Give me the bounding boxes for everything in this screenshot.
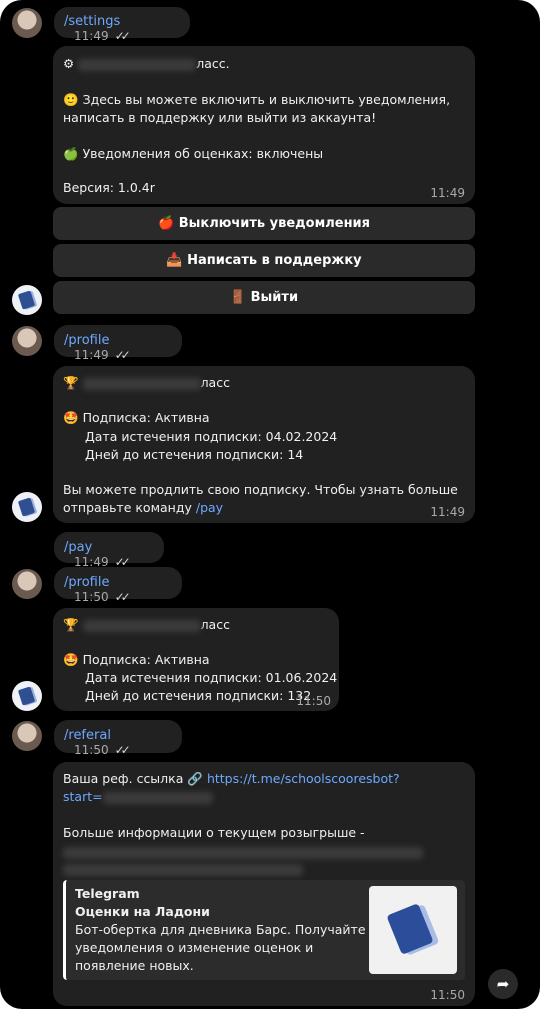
red-apple-icon: 🍎 bbox=[157, 216, 175, 231]
profile-reply-bubble: 🏆 ласс 🤩 Подписка: Активна Дата истечени… bbox=[53, 608, 339, 711]
link-icon: 🔗 bbox=[187, 771, 203, 786]
inbox-icon: 📥 bbox=[166, 253, 183, 268]
bot-avatar[interactable] bbox=[12, 285, 42, 315]
blurred-ref-code bbox=[102, 791, 213, 804]
days-left: Дней до истечения подписки: 132 bbox=[85, 688, 312, 703]
message-time: 11:49 bbox=[430, 505, 465, 519]
blurred-name bbox=[82, 619, 201, 632]
info-line: 🙂 Здесь вы можете включить и выключить у… bbox=[63, 92, 451, 107]
expiry-date: Дата истечения подписки: 01.06.2024 bbox=[85, 670, 338, 685]
star-face-icon: 🤩 bbox=[63, 652, 79, 667]
profile-command-bubble[interactable]: /profile 11:50 ✓✓ bbox=[54, 567, 182, 604]
header-suffix: ласс. bbox=[196, 56, 230, 71]
book-icon bbox=[17, 497, 36, 517]
read-checks-icon: ✓✓ bbox=[114, 29, 131, 43]
profile-reply-bubble: 🏆 ласс 🤩 Подписка: Активна Дата истечени… bbox=[53, 366, 475, 523]
pay-command-link[interactable]: /pay bbox=[196, 500, 223, 515]
message-time: 11:50 bbox=[296, 694, 331, 708]
message-time: 11:50 bbox=[74, 743, 109, 757]
settings-reply-bubble: ⚙ ласс. 🙂 Здесь вы можете включить и вык… bbox=[53, 46, 475, 204]
blurred-link-line bbox=[63, 861, 303, 876]
preview-thumbnail bbox=[369, 886, 457, 974]
info-line-2: написать в поддержку или выйти из аккаун… bbox=[63, 110, 377, 125]
header-suffix: ласс bbox=[200, 617, 230, 632]
settings-command-bubble[interactable]: /settings 11:49 ✓✓ bbox=[54, 7, 190, 43]
preview-description-3: появление новых. bbox=[75, 958, 194, 973]
ref-link-cont[interactable]: start= bbox=[63, 789, 103, 804]
user-avatar[interactable] bbox=[12, 569, 42, 599]
share-icon[interactable]: ➦ bbox=[488, 969, 518, 999]
ref-link-line: Ваша реф. ссылка 🔗 https://t.me/schoolsc… bbox=[63, 771, 400, 786]
message-time: 11:50 bbox=[430, 988, 465, 1002]
link-preview[interactable]: Telegram Оценки на Ладони Бот-обертка дл… bbox=[63, 880, 465, 980]
trophy-icon: 🏆 bbox=[63, 617, 79, 632]
ref-link-line-2: start= bbox=[63, 789, 213, 804]
ref-link[interactable]: https://t.me/schoolscooresbot? bbox=[207, 771, 400, 786]
renew-text: Вы можете продлить свою подписку. Чтобы … bbox=[63, 482, 458, 497]
message-time: 11:49 bbox=[74, 29, 109, 43]
logout-button[interactable]: 🚪 Выйти bbox=[53, 281, 475, 314]
subscription-status: 🤩 Подписка: Активна bbox=[63, 410, 210, 425]
pay-command-bubble[interactable]: /pay 11:49 ✓✓ bbox=[54, 532, 164, 569]
book-icon bbox=[17, 686, 36, 706]
command-text: /profile bbox=[64, 575, 110, 590]
command-text: /pay bbox=[64, 540, 93, 555]
message-time: 11:49 bbox=[430, 186, 465, 200]
reply-header: 🏆 ласс bbox=[63, 375, 230, 391]
referal-command-bubble[interactable]: /referal 11:50 ✓✓ bbox=[54, 720, 182, 757]
expiry-date: Дата истечения подписки: 04.02.2024 bbox=[85, 429, 338, 444]
preview-description-2: уведомления о изменение оценок и bbox=[75, 940, 314, 955]
notification-status: 🍏 Уведомления об оценках: включены bbox=[63, 146, 324, 161]
gear-icon: ⚙ bbox=[63, 56, 75, 71]
preview-description: Бот-обертка для дневника Барс. Получайте bbox=[75, 922, 366, 937]
command-text: /profile bbox=[64, 333, 110, 348]
header-suffix: ласс bbox=[200, 375, 230, 390]
command-text: /settings bbox=[64, 14, 121, 29]
read-checks-icon: ✓✓ bbox=[114, 743, 131, 757]
star-face-icon: 🤩 bbox=[63, 410, 79, 425]
preview-title: Оценки на Ладони bbox=[75, 904, 210, 919]
user-avatar[interactable] bbox=[12, 8, 42, 38]
bot-avatar[interactable] bbox=[12, 492, 42, 522]
reply-header: 🏆 ласс bbox=[63, 617, 230, 633]
book-icon bbox=[386, 903, 434, 955]
door-icon: 🚪 bbox=[229, 290, 247, 305]
smile-icon: 🙂 bbox=[63, 92, 79, 107]
blurred-name bbox=[78, 58, 197, 71]
user-avatar[interactable] bbox=[12, 721, 42, 751]
trophy-icon: 🏆 bbox=[63, 375, 79, 390]
bot-avatar[interactable] bbox=[12, 681, 42, 711]
blurred-name bbox=[82, 377, 201, 390]
chat-window: /settings 11:49 ✓✓ ⚙ ласс. 🙂 Здесь вы мож… bbox=[0, 0, 540, 1009]
green-apple-icon: 🍏 bbox=[63, 146, 79, 161]
write-support-button[interactable]: 📥 Написать в поддержку bbox=[53, 244, 475, 277]
version-text: Версия: 1.0.4r bbox=[63, 180, 155, 195]
more-info-text: Больше информации о текущем розыгрыше - bbox=[63, 825, 365, 840]
subscription-status: 🤩 Подписка: Активна bbox=[63, 652, 210, 667]
days-left: Дней до истечения подписки: 14 bbox=[85, 447, 304, 462]
blurred-link-line bbox=[63, 844, 423, 859]
renew-text-2: отправьте команду /pay bbox=[63, 500, 224, 515]
preview-site: Telegram bbox=[75, 886, 140, 901]
read-checks-icon: ✓✓ bbox=[114, 348, 131, 362]
message-time: 11:50 bbox=[74, 590, 109, 604]
read-checks-icon: ✓✓ bbox=[114, 590, 131, 604]
reply-header: ⚙ ласс. bbox=[63, 56, 230, 71]
command-text: /referal bbox=[64, 728, 111, 743]
message-time: 11:49 bbox=[74, 348, 109, 362]
profile-command-bubble[interactable]: /profile 11:49 ✓✓ bbox=[54, 325, 182, 362]
disable-notifications-button[interactable]: 🍎 Выключить уведомления bbox=[53, 207, 475, 240]
book-icon bbox=[17, 290, 36, 310]
user-avatar[interactable] bbox=[12, 326, 42, 356]
